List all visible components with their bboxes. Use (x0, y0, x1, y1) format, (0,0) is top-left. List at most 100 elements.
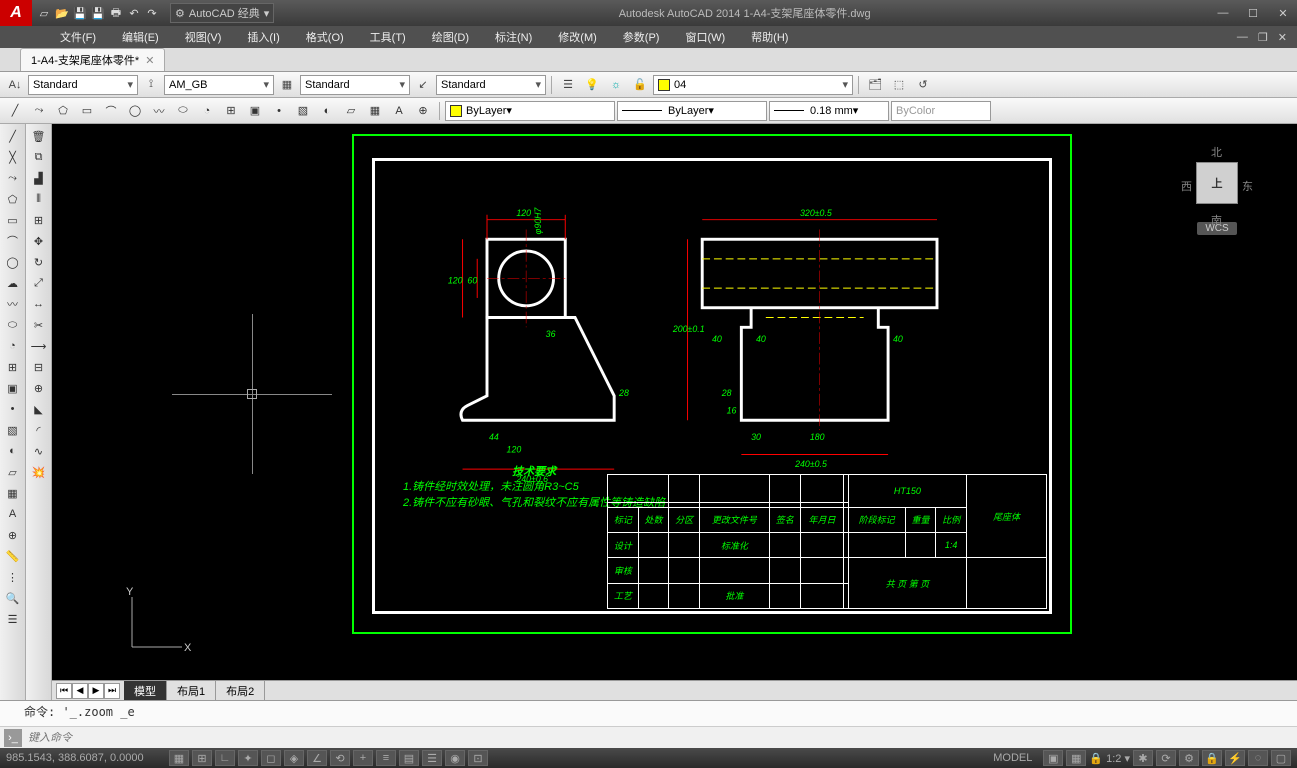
revcloud-tool-icon[interactable]: ☁ (2, 273, 24, 293)
tab-layout2[interactable]: 布局2 (216, 681, 265, 701)
arc-tool-icon[interactable]: ⌒ (2, 231, 24, 251)
lwt-toggle-icon[interactable]: ≡ (376, 750, 396, 766)
workspace-selector[interactable]: ⚙ AutoCAD 经典 ▾ (170, 3, 274, 23)
tab-next-icon[interactable]: ▶ (88, 683, 104, 699)
measure-tool-icon[interactable]: 📏 (2, 546, 24, 566)
viewcube-south[interactable]: 南 (1211, 212, 1222, 228)
mtext-icon[interactable]: A (388, 100, 410, 122)
offset-tool-icon[interactable]: ⫴ (28, 189, 50, 209)
break-tool-icon[interactable]: ⊟ (28, 357, 50, 377)
viewcube-west[interactable]: 西 (1181, 178, 1192, 194)
command-input[interactable] (28, 732, 1293, 744)
tab-layout1[interactable]: 布局1 (167, 681, 216, 701)
toolbar-lock-icon[interactable]: 🔒 (1202, 750, 1222, 766)
extend-tool-icon[interactable]: ⟶ (28, 336, 50, 356)
tablestyle-select[interactable]: Standard▾ (300, 75, 410, 95)
trim-tool-icon[interactable]: ✂ (28, 315, 50, 335)
rect-icon[interactable]: ▭ (76, 100, 98, 122)
drawing-canvas[interactable]: YX 北 南 东 西 上 WCS (52, 124, 1297, 700)
mleaderstyle-select[interactable]: Standard▾ (436, 75, 546, 95)
circle-tool-icon[interactable]: ◯ (2, 252, 24, 272)
polygon-tool-icon[interactable]: ⬠ (2, 189, 24, 209)
viewcube-north[interactable]: 北 (1211, 144, 1222, 160)
hatch-icon[interactable]: ▧ (292, 100, 314, 122)
status-coordinates[interactable]: 985.1543, 388.6087, 0.0000 (6, 752, 166, 764)
ellipsearc-tool-icon[interactable]: ◔ (2, 336, 24, 356)
snap-toggle-icon[interactable]: ▦ (169, 750, 189, 766)
menu-view[interactable]: 视图(V) (175, 27, 232, 47)
minimize-button[interactable]: — (1209, 3, 1237, 23)
plotstyle-select[interactable]: ByColor (891, 101, 991, 121)
makeblk-tool-icon[interactable]: ▣ (2, 378, 24, 398)
tab-last-icon[interactable]: ⏭ (104, 683, 120, 699)
layer-iso-icon[interactable]: ⬚ (888, 74, 910, 96)
sc-toggle-icon[interactable]: ◉ (445, 750, 465, 766)
layer-select[interactable]: 04▾ (653, 75, 853, 95)
undo-icon[interactable]: ↶ (126, 5, 142, 21)
divide-tool-icon[interactable]: ⋮ (2, 567, 24, 587)
polar-toggle-icon[interactable]: ✦ (238, 750, 258, 766)
grid-toggle-icon[interactable]: ⊞ (192, 750, 212, 766)
tab-prev-icon[interactable]: ◀ (72, 683, 88, 699)
point-icon[interactable]: • (268, 100, 290, 122)
xline-tool-icon[interactable]: ╳ (2, 147, 24, 167)
gradient-tool-icon[interactable]: ◐ (2, 441, 24, 461)
blend-tool-icon[interactable]: ∿ (28, 441, 50, 461)
anno-scale-label[interactable]: 🔒 1:2 ▾ (1089, 752, 1130, 765)
menu-param[interactable]: 参数(P) (613, 27, 670, 47)
block-icon[interactable]: ▣ (244, 100, 266, 122)
table-tool-icon[interactable]: ▦ (2, 483, 24, 503)
line-tool-icon[interactable]: ╱ (2, 126, 24, 146)
explode-tool-icon[interactable]: 💥 (28, 462, 50, 482)
menu-file[interactable]: 文件(F) (50, 27, 106, 47)
copy-tool-icon[interactable]: ⧉ (28, 147, 50, 167)
fillet-tool-icon[interactable]: ◜ (28, 420, 50, 440)
menu-window[interactable]: 窗口(W) (675, 27, 735, 47)
ellipse-tool-icon[interactable]: ⬭ (2, 315, 24, 335)
model-space-button[interactable]: MODEL (985, 752, 1040, 764)
array-tool-icon[interactable]: ⊞ (28, 210, 50, 230)
mirror-tool-icon[interactable]: ▟ (28, 168, 50, 188)
add-selected-icon[interactable]: ⊕ (412, 100, 434, 122)
table-icon[interactable]: ▦ (364, 100, 386, 122)
menu-format[interactable]: 格式(O) (296, 27, 354, 47)
join-tool-icon[interactable]: ⊕ (28, 378, 50, 398)
arc-icon[interactable]: ⌒ (100, 100, 122, 122)
tab-model[interactable]: 模型 (124, 681, 167, 701)
layer-prev-icon[interactable]: ↺ (912, 74, 934, 96)
layer-props-icon[interactable]: ☰ (557, 74, 579, 96)
line-icon[interactable]: ╱ (4, 100, 26, 122)
view-cube[interactable]: 北 南 东 西 上 WCS (1167, 144, 1267, 274)
rect-tool-icon[interactable]: ▭ (2, 210, 24, 230)
3dosnap-toggle-icon[interactable]: ◈ (284, 750, 304, 766)
hatch-tool-icon[interactable]: ▧ (2, 420, 24, 440)
otrack-toggle-icon[interactable]: ∠ (307, 750, 327, 766)
hardware-accel-icon[interactable]: ⚡ (1225, 750, 1245, 766)
pline-icon[interactable]: ⤳ (28, 100, 50, 122)
app-logo[interactable]: A (0, 0, 32, 26)
document-tab[interactable]: 1-A4-支架尾座体零件* ✕ (20, 48, 165, 71)
cleanscreen-icon[interactable]: ▢ (1271, 750, 1291, 766)
textstyle-icon[interactable]: A↓ (4, 74, 26, 96)
viewcube-east[interactable]: 东 (1242, 178, 1253, 194)
point-tool-icon[interactable]: • (2, 399, 24, 419)
linetype-select[interactable]: ByLayer▾ (617, 101, 767, 121)
region-tool-icon[interactable]: ▱ (2, 462, 24, 482)
lineweight-select[interactable]: 0.18 mm▾ (769, 101, 889, 121)
pline-tool-icon[interactable]: ⤳ (2, 168, 24, 188)
qselect-tool-icon[interactable]: 🔍 (2, 588, 24, 608)
quickview-layouts-icon[interactable]: ▣ (1043, 750, 1063, 766)
ducs-toggle-icon[interactable]: ⟲ (330, 750, 350, 766)
insert-icon[interactable]: ⊞ (220, 100, 242, 122)
new-icon[interactable]: ▱ (36, 5, 52, 21)
menu-help[interactable]: 帮助(H) (741, 27, 798, 47)
command-prompt-icon[interactable]: ›_ (4, 729, 22, 747)
viewcube-top[interactable]: 上 (1196, 162, 1238, 204)
prop-tool-icon[interactable]: ☰ (2, 609, 24, 629)
save-icon[interactable]: 💾 (72, 5, 88, 21)
layer-bulb-icon[interactable]: 💡 (581, 74, 603, 96)
ellipse-arc-icon[interactable]: ◔ (196, 100, 218, 122)
layer-lock-icon[interactable]: 🔓 (629, 74, 651, 96)
quickview-drawings-icon[interactable]: ▦ (1066, 750, 1086, 766)
tablestyle-icon[interactable]: ▦ (276, 74, 298, 96)
